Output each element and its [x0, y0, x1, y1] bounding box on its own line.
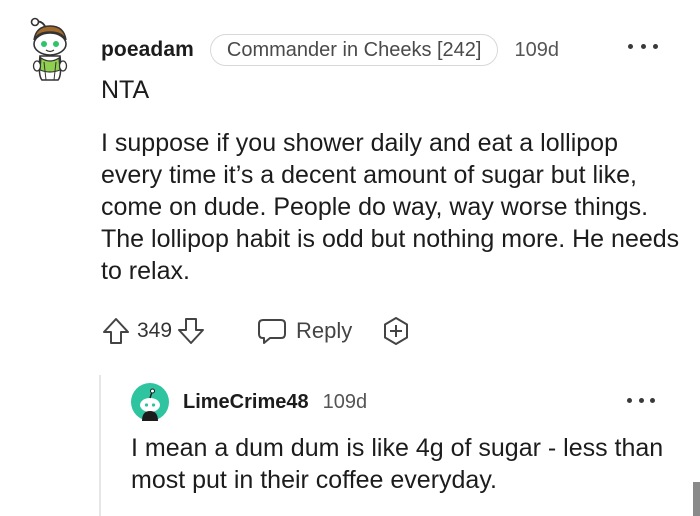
- add-award-icon: [384, 317, 409, 345]
- reply-label: Reply: [296, 318, 353, 343]
- reply-user-avatar[interactable]: [131, 383, 169, 421]
- reply-username[interactable]: LimeCrime48: [183, 391, 309, 414]
- downvote-arrow-icon: [178, 318, 205, 344]
- more-options-dot: [653, 43, 658, 49]
- user-avatar[interactable]: [26, 14, 72, 82]
- downvote-button[interactable]: [176, 316, 206, 346]
- thread-line[interactable]: [99, 375, 101, 516]
- reply-button[interactable]: Reply: [256, 316, 352, 346]
- upvote-button[interactable]: [101, 316, 131, 346]
- more-options-dot: [640, 43, 646, 49]
- comment-actions: 349 Reply: [101, 313, 412, 349]
- comment-body: I suppose if you shower daily and eat a …: [101, 129, 680, 285]
- user-flair: Commander in Cheeks [242]: [209, 34, 499, 66]
- comment-thread: poeadam Commander in Cheeks [242] 109d N…: [0, 0, 700, 516]
- more-options-dot: [650, 397, 655, 403]
- add-award-button[interactable]: [380, 315, 412, 347]
- vote-count: 349: [137, 319, 173, 342]
- upvote-arrow-icon: [103, 318, 129, 344]
- more-options-icon: [627, 397, 632, 403]
- snoo-avatar-icon: [30, 17, 68, 81]
- reply-bubble-icon: [258, 319, 287, 344]
- more-options-dot: [638, 397, 644, 403]
- snoo-avatar-icon: [131, 383, 169, 421]
- reply-header: LimeCrime48 109d: [131, 382, 671, 422]
- comment-verdict: NTA: [101, 76, 150, 104]
- more-options-icon: [628, 43, 633, 49]
- comment-timestamp: 109d: [514, 38, 559, 61]
- comment-header: poeadam Commander in Cheeks [242] 109d: [101, 33, 559, 67]
- reply-comment: LimeCrime48 109d I mean a dum dum is lik…: [131, 382, 671, 496]
- reply-body: I mean a dum dum is like 4g of sugar - l…: [131, 434, 664, 494]
- comment-username[interactable]: poeadam: [101, 38, 194, 62]
- reply-more-options-button[interactable]: [627, 392, 655, 408]
- reply-timestamp: 109d: [322, 390, 368, 413]
- more-options-button[interactable]: [628, 36, 658, 56]
- scrollbar-thumb[interactable]: [693, 482, 700, 516]
